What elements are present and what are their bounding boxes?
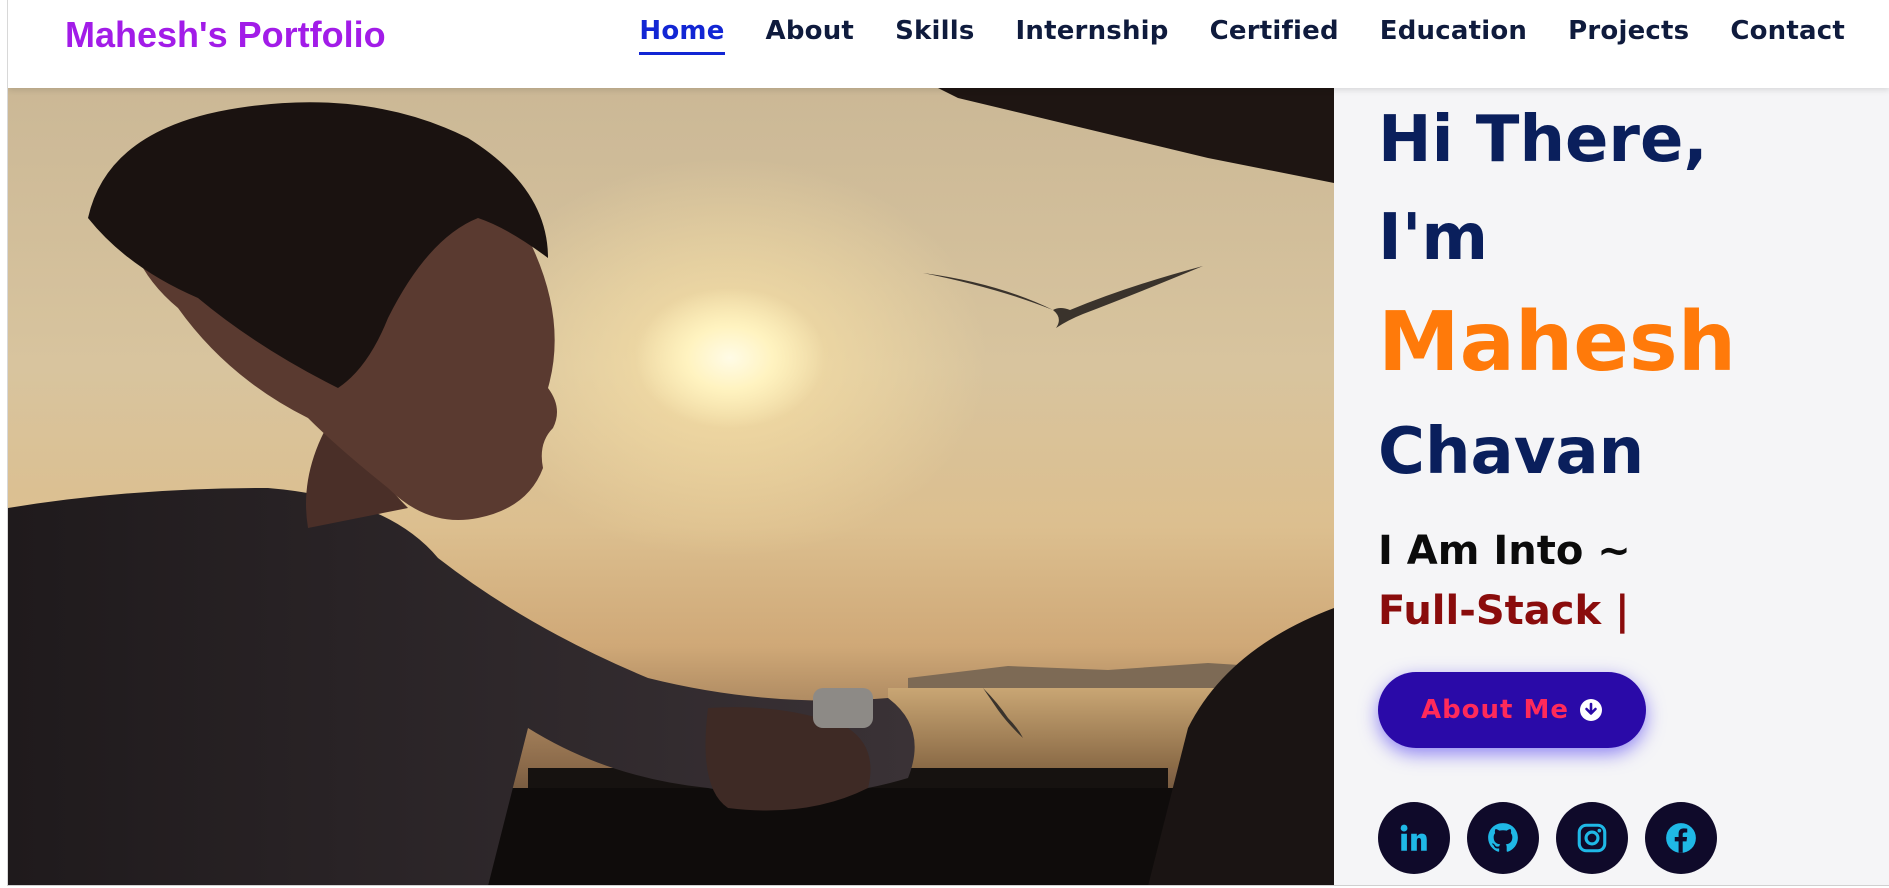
social-links (1378, 802, 1717, 874)
nav-item-education[interactable]: Education (1380, 16, 1527, 55)
github-icon (1488, 823, 1518, 852)
facebook-icon (1666, 823, 1696, 853)
github-link[interactable] (1467, 802, 1539, 874)
brand-logo[interactable]: Mahesh's Portfolio (65, 14, 386, 56)
instagram-link[interactable] (1556, 802, 1628, 874)
linkedin-icon (1400, 824, 1427, 851)
typed-role-text: Full-Stack | (1378, 588, 1630, 634)
nav-item-internship[interactable]: Internship (1016, 16, 1169, 55)
nav-item-projects[interactable]: Projects (1568, 16, 1689, 55)
about-me-button[interactable]: About Me (1378, 672, 1646, 748)
nav-item-certified[interactable]: Certified (1210, 16, 1339, 55)
last-name-heading: Chavan (1378, 415, 1645, 489)
instagram-icon (1577, 823, 1607, 853)
first-name-heading: Mahesh (1378, 295, 1737, 390)
nav-item-about[interactable]: About (766, 16, 855, 55)
greeting-line-2: I'm (1378, 201, 1489, 275)
page-frame: Mahesh's Portfolio Home About Skills Int… (7, 0, 1889, 886)
nav-menu: Home About Skills Internship Certified E… (639, 16, 1845, 55)
navbar: Mahesh's Portfolio Home About Skills Int… (8, 0, 1889, 88)
about-me-label: About Me (1420, 695, 1570, 725)
nav-item-contact[interactable]: Contact (1730, 16, 1845, 55)
into-label: I Am Into ~ (1378, 528, 1631, 574)
hero-photo (8, 88, 1334, 885)
arrow-down-circle-icon (1580, 699, 1603, 721)
nav-item-home[interactable]: Home (639, 16, 725, 55)
facebook-link[interactable] (1645, 802, 1717, 874)
nav-item-skills[interactable]: Skills (895, 16, 974, 55)
greeting-line-1: Hi There, (1378, 103, 1708, 177)
linkedin-link[interactable] (1378, 802, 1450, 874)
